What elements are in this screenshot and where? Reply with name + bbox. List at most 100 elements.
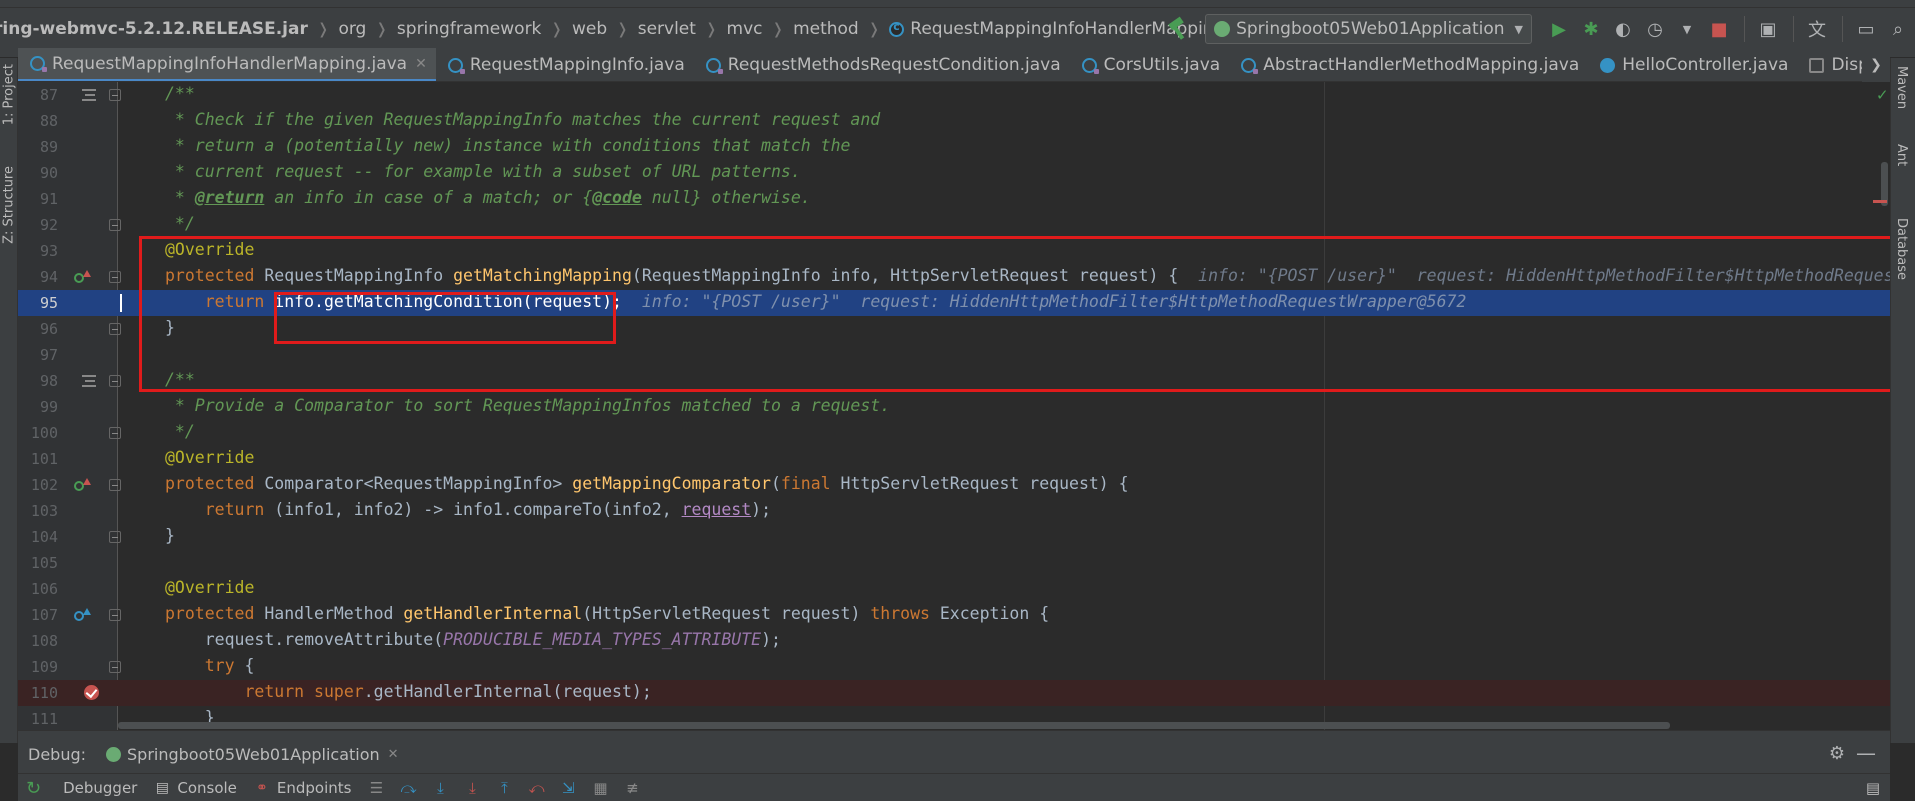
fold-icon[interactable] (109, 89, 121, 101)
gear-icon[interactable]: ⚙ (1829, 743, 1845, 764)
comment-text: * current request -- for example with a … (165, 162, 801, 181)
code-text: * @return an info in case of a match; or… (165, 188, 811, 207)
tab-debugger[interactable]: Debugger (63, 779, 137, 797)
step-out-icon[interactable]: ⤒ (495, 779, 513, 797)
project-tool-window-tab[interactable]: 1: Project (0, 64, 18, 125)
breadcrumb-servlet[interactable]: servlet (638, 19, 696, 39)
error-stripe-mark[interactable] (1873, 200, 1887, 203)
code-editor[interactable]: 87 /** 88 * Check if the given RequestMa… (18, 82, 1890, 730)
maven-tool-window-tab[interactable]: Maven (1894, 66, 1909, 109)
line-number: 96 (39, 320, 58, 338)
close-icon[interactable]: ✕ (415, 56, 427, 72)
tab-console[interactable]: ▤ Console (153, 779, 237, 797)
breadcrumb-separator: ❭ (616, 20, 629, 38)
override-marker-icon[interactable] (74, 478, 91, 492)
ant-tab-label: Ant (1894, 144, 1909, 167)
build-hammer-icon[interactable] (1167, 18, 1189, 40)
project-structure-icon[interactable]: ▣ (1753, 14, 1783, 44)
layout-settings-icon[interactable]: ▤ (1866, 779, 1880, 797)
search-icon[interactable]: ⌕ (1883, 14, 1913, 44)
annotation-text: @Override (165, 448, 255, 467)
javadoc-render-icon[interactable] (82, 89, 96, 101)
constant-name: PRODUCIBLE_MEDIA_TYPES_ATTRIBUTE (443, 630, 762, 649)
debug-tool-window: Debug: Springboot05Web01Application ✕ ⚙ … (18, 730, 1890, 801)
fold-icon[interactable] (109, 479, 121, 491)
breadcrumb-springframework[interactable]: springframework (397, 19, 541, 39)
menu-lines-icon[interactable]: ☰ (367, 779, 385, 797)
spring-boot-icon (106, 747, 122, 762)
tab-corsutils[interactable]: CorsUtils.java (1070, 48, 1230, 81)
breadcrumb-jar[interactable]: ring-webmvc-5.2.12.RELEASE.jar (0, 19, 308, 39)
line-number: 95 (39, 294, 58, 312)
code-line: 107 protected HandlerMethod getHandlerIn… (18, 602, 1890, 628)
line-number: 91 (39, 190, 58, 208)
debug-session-tab[interactable]: Springboot05Web01Application ✕ (106, 745, 399, 764)
tab-label: RequestMethodsRequestCondition.java (727, 55, 1061, 75)
fold-icon[interactable] (109, 531, 121, 543)
code-text: @Override (165, 448, 254, 467)
breadcrumb-web[interactable]: web (572, 19, 607, 39)
fold-icon[interactable] (109, 609, 121, 621)
database-tool-window-tab[interactable]: Database (1894, 218, 1909, 280)
javadoc-tag: @code (592, 188, 642, 207)
fold-icon[interactable] (109, 219, 121, 231)
line-number: 110 (30, 684, 58, 702)
structure-tool-window-tab[interactable]: Z: Structure (0, 166, 18, 244)
code-line: 88 * Check if the given RequestMappingIn… (18, 108, 1890, 134)
breakpoint-line: 110 return super.getHandlerInternal(requ… (18, 680, 1890, 706)
terminal-icon[interactable]: ▭ (1851, 14, 1881, 44)
hide-panel-icon[interactable]: — (1856, 741, 1876, 765)
tab-label: RequestMappingInfo.java (469, 55, 685, 75)
debug-header: Debug: Springboot05Web01Application ✕ (28, 745, 399, 764)
close-icon[interactable]: ✕ (388, 747, 399, 762)
profile-icon[interactable]: ◷ (1640, 14, 1670, 44)
breadcrumb-mvc[interactable]: mvc (727, 19, 763, 39)
tab-list-chevron-icon[interactable]: ❯ (1862, 48, 1890, 82)
fold-icon[interactable] (109, 375, 121, 387)
inspection-ok-icon[interactable]: ✓ (1876, 86, 1889, 104)
code-text: */ (165, 422, 195, 441)
stop-icon[interactable]: ■ (1704, 14, 1734, 44)
chevron-down-icon: ▼ (1514, 22, 1523, 36)
method-name: getMappingComparator (572, 474, 771, 493)
tab-requestmethodsrequestcondition[interactable]: RequestMethodsRequestCondition.java (694, 48, 1070, 81)
fold-icon[interactable] (109, 323, 121, 335)
tab-endpoints[interactable]: ⚭ Endpoints (253, 779, 351, 797)
javadoc-render-icon[interactable] (82, 375, 96, 387)
drop-frame-icon[interactable]: ⤺ (527, 779, 545, 797)
tab-label: AbstractHandlerMethodMapping.java (1263, 55, 1580, 75)
trace-stream-icon[interactable]: ≢ (623, 779, 641, 797)
left-tool-window-bar: 1: Project Z: Structure (0, 58, 18, 743)
step-into-icon[interactable]: ⤓ (431, 779, 449, 797)
tab-abstracthandlermethodmapping[interactable]: AbstractHandlerMethodMapping.java (1229, 48, 1588, 81)
tab-hellocontroller[interactable]: HelloController.java (1588, 48, 1797, 81)
override-marker-icon[interactable] (74, 270, 91, 284)
line-number: 89 (39, 138, 58, 156)
run-to-cursor-icon[interactable]: ⇲ (559, 779, 577, 797)
coverage-icon[interactable]: ◐ (1608, 14, 1638, 44)
horizontal-scrollbar[interactable] (18, 722, 1670, 730)
run-icon[interactable]: ▶ (1544, 14, 1574, 44)
breakpoint-icon[interactable] (84, 685, 99, 700)
more-run-options-icon[interactable]: ▼ (1672, 14, 1702, 44)
breadcrumb-method[interactable]: method (793, 19, 859, 39)
breadcrumb-separator: ❭ (704, 20, 718, 38)
scrollbar-thumb[interactable] (118, 722, 1670, 729)
override-marker-icon[interactable] (74, 608, 91, 622)
fold-icon[interactable] (109, 271, 121, 283)
tab-requestmappinginfohandlermapping[interactable]: RequestMappingInfoHandlerMapping.java ✕ (18, 48, 436, 81)
fold-icon[interactable] (109, 427, 121, 439)
breadcrumb-org[interactable]: org (338, 19, 366, 39)
debug-icon[interactable]: ✱ (1576, 14, 1606, 44)
translate-icon[interactable]: 文 (1802, 14, 1832, 44)
class-icon (1809, 57, 1825, 73)
debug-title: Debug: (28, 745, 87, 764)
ant-tool-window-tab[interactable]: Ant (1894, 144, 1909, 166)
force-step-into-icon[interactable]: ⤓ (463, 779, 481, 797)
tab-requestmappinginfo[interactable]: RequestMappingInfo.java (436, 48, 694, 81)
evaluate-expression-icon[interactable]: ▦ (591, 779, 609, 797)
step-over-icon[interactable]: ⤼ (399, 779, 417, 797)
rerun-icon[interactable]: ↻ (26, 778, 41, 799)
run-configuration-selector[interactable]: Springboot05Web01Application ▼ (1205, 14, 1532, 44)
fold-icon[interactable] (109, 661, 121, 673)
